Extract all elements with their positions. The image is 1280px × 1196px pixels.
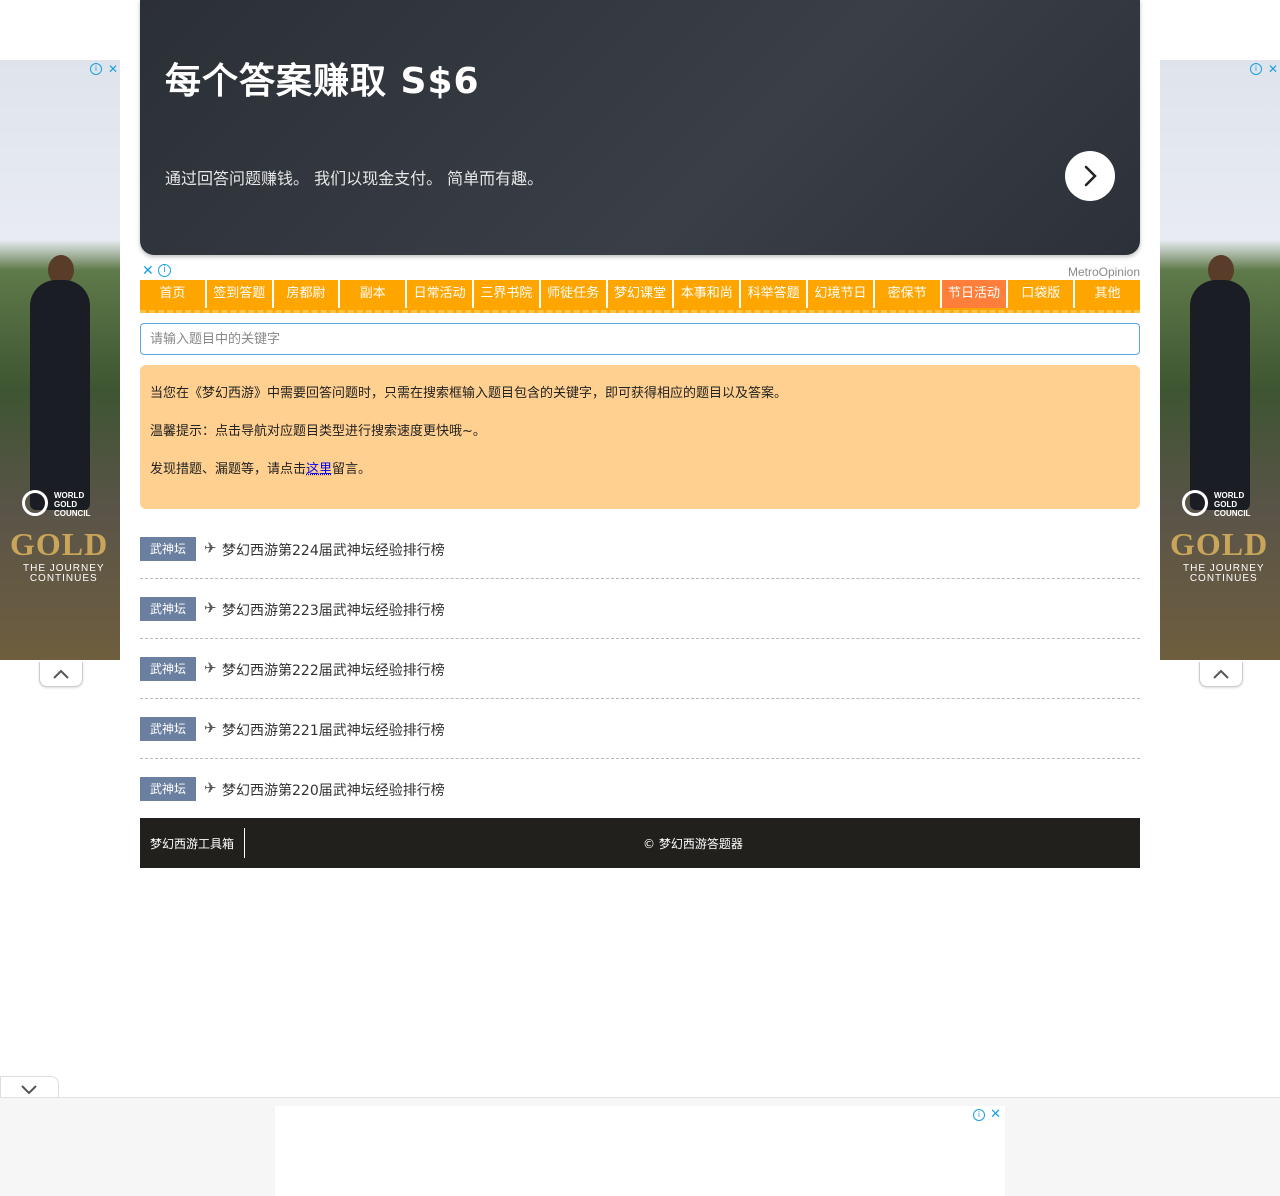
airplane-icon: ✈ — [204, 659, 217, 677]
notice-line-3: 发现措题、漏题等，请点击这里留言。 — [150, 462, 1130, 478]
list-item[interactable]: 武神坛 ✈ 梦幻西游第223届武神坛经验排行榜 — [140, 579, 1140, 639]
list-item[interactable]: 武神坛 ✈ 梦幻西游第221届武神坛经验排行榜 — [140, 699, 1140, 759]
ad-org-name: WORLD GOLD COUNCIL — [54, 491, 91, 518]
ad-info-icon[interactable]: i — [90, 63, 102, 75]
wgc-logo-icon — [22, 490, 48, 516]
ad-person-figure — [30, 280, 90, 510]
notice-line-3-text: 发现措题、漏题等，请点击 — [150, 462, 307, 477]
chevron-up-icon — [1213, 669, 1229, 679]
ad-text: 通过回答问题赚钱。 我们以现金支付。 简单而有趣。 — [165, 169, 544, 188]
category-tag[interactable]: 武神坛 — [140, 777, 196, 801]
collapse-right-ad-button[interactable] — [1199, 662, 1243, 687]
nav-item[interactable]: 密保节 — [875, 280, 942, 308]
ad-org-name: WORLD GOLD COUNCIL — [1214, 491, 1251, 518]
article-title-link[interactable]: 梦幻西游第224届武神坛经验排行榜 — [222, 540, 445, 560]
article-list: 武神坛 ✈ 梦幻西游第224届武神坛经验排行榜 武神坛 ✈ 梦幻西游第223届武神坛经验排… — [140, 519, 1140, 818]
ad-choices-row: ✕ i MetroOpinion — [140, 263, 1140, 279]
article-title-link[interactable]: 梦幻西游第223届武神坛经验排行榜 — [222, 600, 445, 620]
feedback-link[interactable]: 这里 — [306, 462, 332, 477]
notice-line-3-tail: 留言。 — [332, 462, 372, 477]
ad-close-icon[interactable]: ✕ — [142, 263, 154, 279]
bottom-ad[interactable]: i ✕ — [275, 1106, 1005, 1196]
bottom-ad-bar: i ✕ — [0, 1097, 1280, 1196]
collapse-left-ad-button[interactable] — [39, 662, 83, 687]
footer-brand[interactable]: 梦幻西游工具箱 — [150, 835, 234, 852]
ad-headline: 每个答案赚取 S$6 — [165, 61, 480, 102]
nav-item[interactable]: 幻境节日 — [808, 280, 875, 308]
nav-item[interactable]: 首页 — [140, 280, 207, 308]
nav-item[interactable]: 签到答题 — [207, 280, 274, 308]
nav-item[interactable]: 日常活动 — [407, 280, 474, 308]
ad-gold-word: GOLD — [10, 526, 109, 562]
nav-item[interactable]: 梦幻课堂 — [608, 280, 675, 308]
main-nav: 首页 签到答题 房都尉 副本 日常活动 三界书院 师徒任务 梦幻课堂 本事和尚 科举答题 幻境节日密… — [140, 280, 1140, 313]
category-tag[interactable]: 武神坛 — [140, 657, 196, 681]
airplane-icon: ✈ — [204, 539, 217, 557]
list-item[interactable]: 武神坛 ✈ 梦幻西游第224届武神坛经验排行榜 — [140, 519, 1140, 579]
article-title-link[interactable]: 梦幻西游第221届武神坛经验排行榜 — [222, 720, 445, 740]
wgc-logo-icon — [1182, 490, 1208, 516]
nav-item[interactable]: 三界书院 — [474, 280, 541, 308]
top-ad-banner[interactable]: 每个答案赚取 S$6 通过回答问题赚钱。 我们以现金支付。 简单而有趣。 — [140, 0, 1140, 255]
airplane-icon: ✈ — [204, 719, 217, 737]
category-tag[interactable]: 武神坛 — [140, 537, 196, 561]
nav-item[interactable]: 本事和尚 — [674, 280, 742, 308]
footer-divider — [244, 828, 245, 858]
nav-item[interactable]: 节日活动 — [941, 280, 1009, 308]
chevron-right-icon — [1084, 165, 1097, 187]
category-tag[interactable]: 武神坛 — [140, 597, 196, 621]
notice-box: 当您在《梦幻西游》中需要回答问题时，只需在搜索框输入题目包含的关键字，即可获得相… — [140, 365, 1140, 509]
footer-copyright: © 梦幻西游答题器 — [643, 837, 743, 851]
ad-person-figure — [1190, 280, 1250, 510]
category-tag[interactable]: 武神坛 — [140, 717, 196, 741]
airplane-icon: ✈ — [204, 779, 217, 797]
ad-info-icon[interactable]: i — [973, 1109, 985, 1121]
ad-info-icon[interactable]: i — [158, 264, 171, 277]
article-title-link[interactable]: 梦幻西游第220届武神坛经验排行榜 — [222, 780, 445, 800]
ad-brand-label[interactable]: MetroOpinion — [1068, 265, 1140, 279]
nav-item[interactable]: 师徒任务 — [541, 280, 608, 308]
article-title-link[interactable]: 梦幻西游第222届武神坛经验排行榜 — [222, 660, 445, 680]
notice-line-1: 当您在《梦幻西游》中需要回答问题时，只需在搜索框输入题目包含的关键字，即可获得相… — [150, 386, 788, 401]
list-item[interactable]: 武神坛 ✈ 梦幻西游第222届武神坛经验排行榜 — [140, 639, 1140, 699]
side-ad-left[interactable]: WORLD GOLD COUNCIL GOLD THE JOURNEY CONT… — [0, 60, 120, 660]
nav-item[interactable]: 房都尉 — [274, 280, 341, 308]
side-ad-right[interactable]: WORLD GOLD COUNCIL GOLD THE JOURNEY CONT… — [1160, 60, 1280, 660]
ad-close-icon[interactable]: ✕ — [1268, 62, 1278, 76]
ad-next-button[interactable] — [1065, 151, 1115, 201]
ad-tagline: THE JOURNEY CONTINUES — [23, 563, 105, 584]
airplane-icon: ✈ — [204, 599, 217, 617]
search-input[interactable] — [140, 323, 1140, 355]
chevron-down-icon — [21, 1085, 37, 1095]
ad-gold-word: GOLD — [1170, 526, 1269, 562]
ad-close-icon[interactable]: ✕ — [108, 62, 118, 76]
nav-item[interactable]: 科举答题 — [741, 280, 808, 308]
chevron-up-icon — [53, 669, 69, 679]
ad-tagline: THE JOURNEY CONTINUES — [1183, 563, 1265, 584]
ad-close-icon[interactable]: ✕ — [990, 1107, 1001, 1122]
footer: 梦幻西游工具箱 © 梦幻西游答题器 — [140, 818, 1140, 868]
nav-item[interactable]: 口袋版 — [1008, 280, 1076, 308]
ad-info-icon[interactable]: i — [1250, 63, 1262, 75]
notice-line-2: 温馨提示：点击导航对应题目类型进行搜索速度更快哦~。 — [150, 424, 486, 439]
nav-item[interactable]: 其他 — [1075, 280, 1140, 308]
nav-item[interactable]: 副本 — [340, 280, 408, 308]
list-item[interactable]: 武神坛 ✈ 梦幻西游第220届武神坛经验排行榜 — [140, 759, 1140, 818]
